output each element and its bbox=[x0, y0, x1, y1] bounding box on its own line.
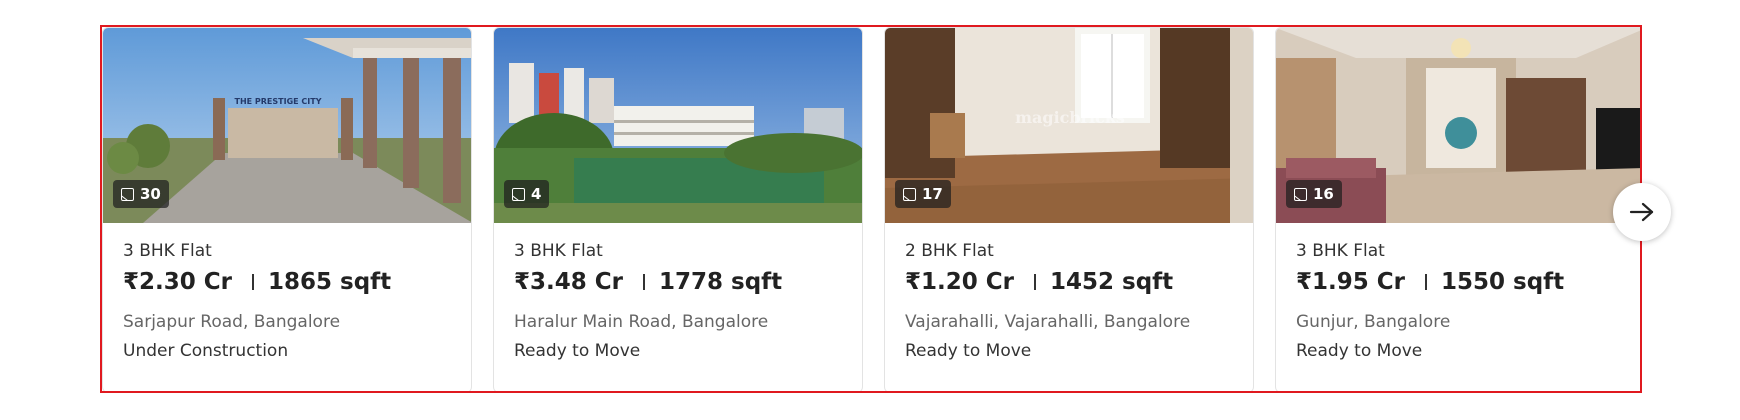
property-card[interactable]: THE PRESTIGE CITY 30 3 BHK Flat ₹2.30 Cr… bbox=[102, 27, 472, 391]
divider bbox=[1424, 274, 1427, 290]
photo-count-badge[interactable]: 16 bbox=[1286, 180, 1342, 208]
property-type: 3 BHK Flat bbox=[1296, 241, 1385, 261]
photo-count-badge[interactable]: 30 bbox=[113, 180, 169, 208]
property-location[interactable]: Sarjapur Road, Bangalore bbox=[123, 311, 451, 333]
property-price: ₹1.95 Cr bbox=[1296, 269, 1405, 295]
property-card[interactable]: 4 3 BHK Flat ₹3.48 Cr 1778 sqft Haralur … bbox=[493, 27, 863, 391]
image-icon bbox=[1294, 187, 1307, 201]
property-type: 2 BHK Flat bbox=[905, 241, 994, 261]
property-info: 2 BHK Flat ₹1.20 Cr 1452 sqft Vajarahall… bbox=[885, 223, 1253, 362]
property-location[interactable]: Vajarahalli, Vajarahalli, Bangalore bbox=[905, 311, 1233, 333]
property-status: Ready to Move bbox=[514, 341, 641, 361]
property-info: 3 BHK Flat ₹1.95 Cr 1550 sqft Gunjur, Ba… bbox=[1276, 223, 1640, 362]
property-price: ₹3.48 Cr bbox=[514, 269, 623, 295]
property-photo[interactable]: 16 bbox=[1276, 28, 1640, 223]
property-info: 3 BHK Flat ₹2.30 Cr 1865 sqft Sarjapur R… bbox=[103, 223, 471, 362]
property-status: Ready to Move bbox=[1296, 341, 1423, 361]
property-card[interactable]: 16 3 BHK Flat ₹1.95 Cr 1550 sqft Gunjur,… bbox=[1275, 27, 1640, 391]
property-photo[interactable]: 4 bbox=[494, 28, 862, 223]
photo-count: 30 bbox=[140, 185, 161, 203]
property-area: 1550 sqft bbox=[1440, 269, 1565, 295]
property-status: Under Construction bbox=[123, 341, 289, 361]
photo-count-badge[interactable]: 17 bbox=[895, 180, 951, 208]
property-location[interactable]: Haralur Main Road, Bangalore bbox=[514, 311, 842, 333]
property-price: ₹2.30 Cr bbox=[123, 269, 232, 295]
property-location[interactable]: Gunjur, Bangalore bbox=[1296, 311, 1624, 333]
image-icon bbox=[903, 187, 916, 201]
divider bbox=[251, 274, 254, 290]
property-price: ₹1.20 Cr bbox=[905, 269, 1014, 295]
property-status: Ready to Move bbox=[905, 341, 1032, 361]
property-area: 1452 sqft bbox=[1049, 269, 1174, 295]
price-row: ₹1.20 Cr 1452 sqft bbox=[905, 267, 1233, 297]
property-type: 3 BHK Flat bbox=[514, 241, 603, 261]
carousel-next-button[interactable] bbox=[1613, 183, 1671, 241]
photo-count: 4 bbox=[531, 185, 542, 203]
divider bbox=[642, 274, 645, 290]
property-carousel: THE PRESTIGE CITY 30 3 BHK Flat ₹2.30 Cr… bbox=[100, 25, 1642, 393]
property-info: 3 BHK Flat ₹3.48 Cr 1778 sqft Haralur Ma… bbox=[494, 223, 862, 362]
price-row: ₹1.95 Cr 1550 sqft bbox=[1296, 267, 1624, 297]
price-row: ₹3.48 Cr 1778 sqft bbox=[514, 267, 842, 297]
property-photo[interactable]: magicbricks 17 bbox=[885, 28, 1253, 223]
image-icon bbox=[121, 187, 134, 201]
property-photo[interactable]: THE PRESTIGE CITY 30 bbox=[103, 28, 471, 223]
photo-count: 17 bbox=[922, 185, 943, 203]
price-row: ₹2.30 Cr 1865 sqft bbox=[123, 267, 451, 297]
photo-sign-text: THE PRESTIGE CITY bbox=[235, 97, 322, 106]
watermark-text: magicbricks bbox=[1015, 108, 1125, 127]
carousel-track: THE PRESTIGE CITY 30 3 BHK Flat ₹2.30 Cr… bbox=[102, 27, 1640, 391]
arrow-right-icon bbox=[1629, 202, 1654, 222]
photo-count: 16 bbox=[1313, 185, 1334, 203]
photo-count-badge[interactable]: 4 bbox=[504, 180, 550, 208]
divider bbox=[1033, 274, 1036, 290]
property-area: 1778 sqft bbox=[658, 269, 783, 295]
photo-apartment-complex bbox=[494, 28, 862, 223]
property-card[interactable]: magicbricks 17 2 BHK Flat ₹1.20 Cr 1452 … bbox=[884, 27, 1254, 391]
image-icon bbox=[512, 187, 525, 201]
property-area: 1865 sqft bbox=[267, 269, 392, 295]
property-type: 3 BHK Flat bbox=[123, 241, 212, 261]
